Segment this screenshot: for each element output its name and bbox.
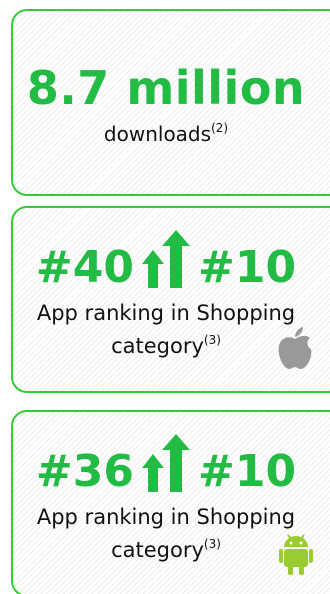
android-rank-row: #36 #10 (13, 434, 319, 494)
ios-ranking-label-line1: App ranking in Shopping (36, 301, 296, 325)
ios-ranking-label-line2: category (111, 334, 204, 358)
downloads-card: 8.7 million downloads(2) (11, 9, 330, 196)
ios-ranking-label-line2-row: category(3) (13, 327, 319, 360)
downloads-footnote: (2) (211, 121, 229, 135)
downloads-value: 8.7 million (26, 61, 306, 115)
downloads-label: downloads (103, 122, 212, 146)
android-ranking-card: #36 #10 App ranking in Shopping category… (11, 410, 330, 594)
android-ranking-label-line2-row: category(3) (13, 531, 319, 564)
android-rank-to: #10 (198, 446, 297, 497)
android-rank-from: #36 (35, 446, 134, 497)
apple-icon (278, 327, 312, 369)
ios-rank-from: #40 (35, 242, 134, 293)
ios-ranking-footnote: (3) (203, 333, 221, 347)
android-icon (279, 534, 313, 575)
android-ranking-footnote: (3) (203, 537, 221, 551)
rank-up-arrows-icon (142, 434, 190, 492)
android-ranking-description: App ranking in Shopping category(3) (13, 504, 319, 564)
ios-ranking-description: App ranking in Shopping category(3) (13, 300, 319, 360)
downloads-label-line: downloads(2) (13, 121, 319, 146)
ios-ranking-card: #40 #10 App ranking in Shopping category… (11, 206, 330, 393)
android-ranking-label-line2: category (111, 538, 204, 562)
rank-up-arrows-icon (142, 230, 190, 288)
ios-rank-row: #40 #10 (13, 230, 319, 290)
app-stats-panel: 8.7 million downloads(2) #40 #10 App ran… (0, 0, 330, 594)
android-ranking-label-line1: App ranking in Shopping (36, 505, 296, 529)
ios-rank-to: #10 (198, 242, 297, 293)
